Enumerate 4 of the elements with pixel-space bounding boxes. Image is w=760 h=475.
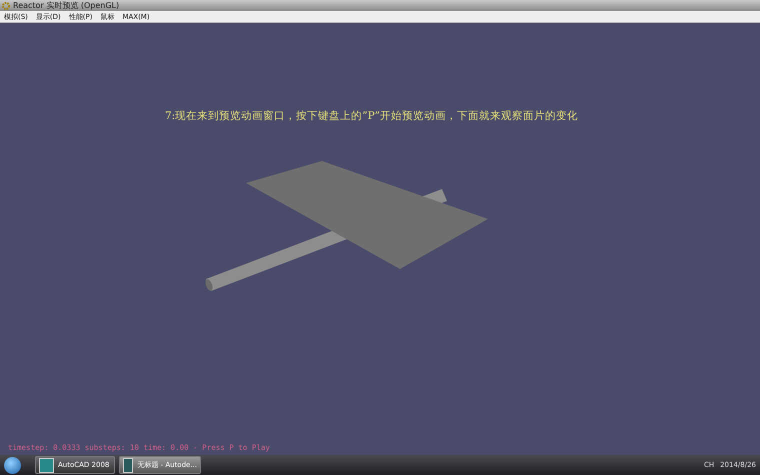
gear-icon (2, 2, 10, 10)
window-title: Reactor 实时预览 (OpenGL) (13, 0, 120, 11)
caption-text: 7:现在来到预览动画窗口，按下键盘上的”P”开始预览动画，下面就来观察面片的变化 (165, 109, 580, 123)
start-button[interactable] (4, 456, 21, 474)
